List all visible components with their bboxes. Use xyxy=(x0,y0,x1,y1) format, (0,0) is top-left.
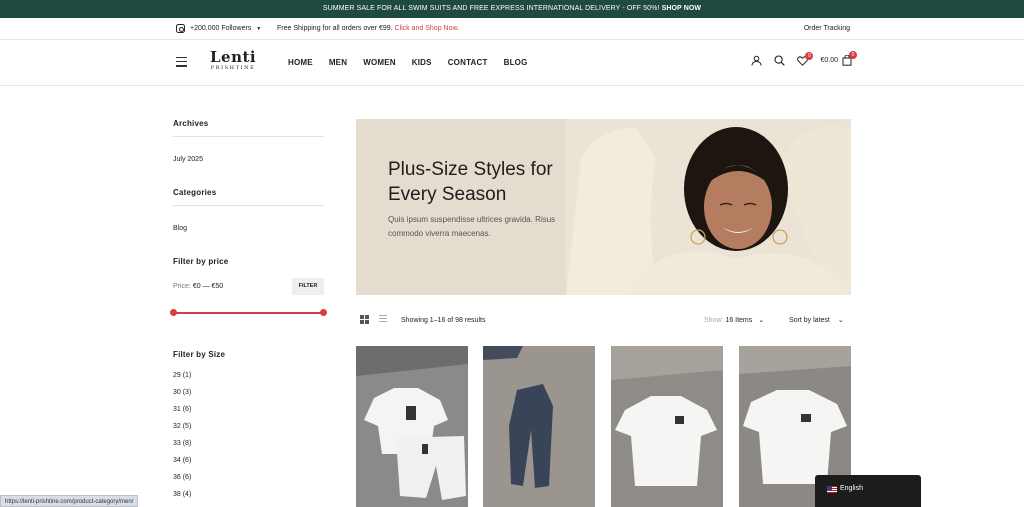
language-switcher[interactable]: English xyxy=(815,475,921,507)
language-label: English xyxy=(840,485,863,492)
nav-blog[interactable]: BLOG xyxy=(504,58,528,67)
us-flag-icon xyxy=(827,486,837,493)
show-label: Show: xyxy=(704,317,724,324)
product-image xyxy=(356,346,468,507)
shop-now-inline-link[interactable]: Click and Shop Now. xyxy=(395,25,460,32)
product-card[interactable] xyxy=(611,346,723,507)
chevron-down-icon: ⌄ xyxy=(837,317,844,324)
logo-sub: PRISHTINE xyxy=(210,65,256,71)
cart-count-badge: 0 xyxy=(849,51,857,59)
cart-total[interactable]: €0.00 xyxy=(820,57,838,64)
nav-women[interactable]: WOMEN xyxy=(363,58,396,67)
search-icon[interactable] xyxy=(774,55,786,66)
shipping-notice: Free Shipping for all orders over €99. C… xyxy=(277,25,459,32)
shop-now-link[interactable]: SHOP NOW xyxy=(662,5,702,12)
sort-select[interactable]: Sort by latest ⌄ xyxy=(789,316,844,324)
announcement-bar: SUMMER SALE FOR ALL SWIM SUITS AND FREE … xyxy=(0,0,1024,18)
price-label: Price: xyxy=(173,283,193,290)
size-filter-item[interactable]: 36 (6) xyxy=(173,474,191,481)
instagram-followers[interactable]: +200.000 Followers ▼ xyxy=(176,24,261,33)
announcement-text: SUMMER SALE FOR ALL SWIM SUITS AND FREE … xyxy=(322,5,662,12)
browser-status-url: https://lenti-prishtine.com/product-cate… xyxy=(0,495,139,507)
archive-link-july-2025[interactable]: July 2025 xyxy=(173,156,203,163)
size-filter-item[interactable]: 29 (1) xyxy=(173,372,191,379)
banner-model-image xyxy=(566,119,851,295)
chevron-down-icon: ▼ xyxy=(256,25,262,32)
instagram-icon xyxy=(176,24,185,33)
product-card[interactable] xyxy=(356,346,468,507)
category-link-blog[interactable]: Blog xyxy=(173,225,187,232)
nav-men[interactable]: MEN xyxy=(329,58,347,67)
archives-title: Archives xyxy=(173,119,209,128)
category-banner: Plus-Size Styles for Every Season Quis i… xyxy=(356,119,851,295)
main-nav: HOME MEN WOMEN KIDS CONTACT BLOG xyxy=(288,58,544,67)
product-card[interactable] xyxy=(483,346,595,507)
list-view-icon[interactable] xyxy=(379,315,387,324)
main-header: Lenti PRISHTINE HOME MEN WOMEN KIDS CONT… xyxy=(0,40,1024,86)
nav-kids[interactable]: KIDS xyxy=(412,58,432,67)
banner-title: Plus-Size Styles for Every Season xyxy=(388,157,553,207)
chevron-down-icon: ⌄ xyxy=(758,317,765,324)
nav-contact[interactable]: CONTACT xyxy=(448,58,488,67)
filter-price-title: Filter by price xyxy=(173,257,229,266)
header-actions: 0 €0.00 0 xyxy=(751,51,857,66)
wishlist-button[interactable]: 0 xyxy=(797,51,814,66)
wishlist-count-badge: 0 xyxy=(805,51,814,60)
price-range-value: €0 — €50 xyxy=(192,283,224,290)
size-filter-item[interactable]: 33 (8) xyxy=(173,440,191,447)
order-tracking-link[interactable]: Order Tracking xyxy=(804,25,850,32)
banner-title-line1: Plus-Size Styles for xyxy=(388,159,553,180)
filter-button[interactable]: FILTER xyxy=(292,278,324,295)
shipping-text: Free Shipping for all orders over €99. xyxy=(277,25,395,32)
cart-button[interactable]: 0 xyxy=(842,51,857,66)
grid-view-icon[interactable] xyxy=(360,315,369,324)
categories-title: Categories xyxy=(173,188,217,197)
price-slider xyxy=(170,309,327,316)
size-filter-item[interactable]: 34 (6) xyxy=(173,457,191,464)
price-slider-max-handle[interactable] xyxy=(320,309,327,316)
site-logo[interactable]: Lenti PRISHTINE xyxy=(210,50,256,72)
product-image xyxy=(483,346,595,507)
size-filter-item[interactable]: 38 (4) xyxy=(173,491,191,498)
divider xyxy=(173,136,324,137)
divider xyxy=(173,205,324,206)
product-image xyxy=(611,346,723,507)
size-filter-item[interactable]: 31 (6) xyxy=(173,406,191,413)
banner-subtitle: Quis ipsum suspendisse ultrices gravida.… xyxy=(388,215,556,238)
per-page-select[interactable]: Show: 16 Items ⌄ xyxy=(704,316,764,324)
banner-title-line2: Every Season xyxy=(388,184,507,205)
hamburger-menu-icon[interactable] xyxy=(176,57,187,70)
result-count: Showing 1–16 of 98 results xyxy=(401,317,486,324)
price-slider-min-handle[interactable] xyxy=(170,309,177,316)
account-icon[interactable] xyxy=(751,55,762,66)
filter-size-title: Filter by Size xyxy=(173,350,226,359)
price-range-text: Price: €0 — €50 xyxy=(173,283,223,290)
size-filter-item[interactable]: 30 (3) xyxy=(173,389,191,396)
logo-main: Lenti xyxy=(210,48,257,66)
nav-home[interactable]: HOME xyxy=(288,58,313,67)
followers-count: +200.000 Followers xyxy=(190,25,252,32)
top-info-bar: +200.000 Followers ▼ Free Shipping for a… xyxy=(0,18,1024,40)
show-value: 16 Items xyxy=(725,317,753,324)
size-filter-item[interactable]: 32 (5) xyxy=(173,423,191,430)
sort-value: Sort by latest xyxy=(789,317,830,324)
shop-toolbar: Showing 1–16 of 98 results Show: 16 Item… xyxy=(356,313,851,329)
